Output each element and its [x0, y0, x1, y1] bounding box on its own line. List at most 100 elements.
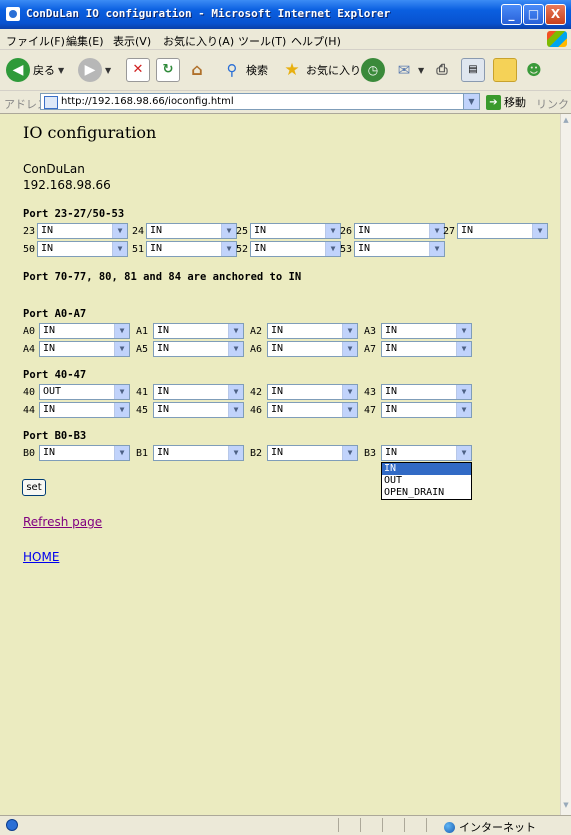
port-select[interactable]: IN ▼: [381, 323, 472, 339]
port-select[interactable]: IN ▼: [153, 384, 244, 400]
forward-dropdown-icon[interactable]: ▼: [105, 66, 111, 75]
port-select[interactable]: IN ▼: [153, 323, 244, 339]
mail-button[interactable]: ✉ ▼: [393, 56, 424, 84]
port-select[interactable]: IN ▼: [267, 323, 358, 339]
maximize-button[interactable]: □: [523, 4, 544, 25]
back-label: 戻る: [33, 64, 55, 77]
windows-logo-icon: [547, 31, 567, 47]
edit-icon: ▤: [461, 58, 485, 82]
port-select-value: IN: [385, 447, 398, 458]
links-button[interactable]: リンク: [536, 96, 569, 112]
folder-icon: [493, 58, 517, 82]
port-select[interactable]: OUT ▼: [39, 384, 130, 400]
print-icon: ⎙: [436, 62, 448, 78]
dropdown-option[interactable]: OUT: [382, 475, 471, 487]
port-select-value: IN: [254, 225, 267, 236]
chevron-down-icon: ▼: [342, 342, 357, 356]
port-select[interactable]: IN ▼: [153, 445, 244, 461]
dropdown-option[interactable]: IN: [382, 463, 471, 475]
port-label: 43: [364, 387, 377, 398]
search-icon: ⚲: [226, 61, 238, 79]
port-select[interactable]: IN ▼: [267, 384, 358, 400]
port-label: A0: [23, 326, 36, 337]
dropdown-option[interactable]: OPEN_DRAIN: [382, 487, 471, 499]
port-select-value: OUT: [43, 386, 62, 397]
stop-button[interactable]: ✕: [126, 56, 150, 84]
refresh-page-link[interactable]: Refresh page: [23, 515, 102, 529]
port-select[interactable]: IN ▼: [153, 341, 244, 357]
back-dropdown-icon[interactable]: ▼: [58, 66, 64, 75]
port-select[interactable]: IN ▼: [153, 402, 244, 418]
port-select-value: IN: [271, 325, 284, 336]
port-label: B0: [23, 448, 36, 459]
port-select[interactable]: IN ▼: [146, 241, 237, 257]
edit-button[interactable]: ▤: [461, 56, 485, 84]
port-select-value: IN: [271, 343, 284, 354]
port-select[interactable]: IN ▼: [39, 445, 130, 461]
port-select[interactable]: IN ▼: [39, 402, 130, 418]
favorites-button[interactable]: ★ お気に入り: [281, 56, 361, 84]
port-select[interactable]: IN ▼: [146, 223, 237, 239]
vertical-scrollbar[interactable]: ▲ ▼: [560, 114, 571, 815]
menu-tools[interactable]: ツール(T): [238, 33, 286, 49]
close-button[interactable]: X: [545, 4, 566, 25]
menu-file[interactable]: ファイル(F): [6, 33, 65, 49]
mail-dropdown-icon[interactable]: ▼: [418, 66, 424, 75]
refresh-button[interactable]: ↻: [156, 56, 180, 84]
chevron-down-icon: ▼: [221, 242, 236, 256]
port-select[interactable]: IN ▼: [37, 223, 128, 239]
port-select[interactable]: IN ▼: [381, 384, 472, 400]
home-link[interactable]: HOME: [23, 550, 59, 564]
port-select-value: IN: [461, 225, 474, 236]
window-titlebar[interactable]: ConDuLan IO configuration - Microsoft In…: [0, 0, 571, 29]
address-url[interactable]: http://192.168.98.66/ioconfig.html: [61, 96, 234, 107]
scroll-up-icon[interactable]: ▲: [561, 116, 571, 128]
chevron-down-icon: ▼: [429, 224, 444, 238]
scroll-down-icon[interactable]: ▼: [561, 801, 571, 813]
port-select[interactable]: IN ▼: [354, 241, 445, 257]
menu-view[interactable]: 表示(V): [113, 33, 151, 49]
address-input[interactable]: http://192.168.98.66/ioconfig.html ▼: [40, 93, 480, 110]
anchored-ports-note: Port 70-77, 80, 81 and 84 are anchored t…: [23, 271, 302, 283]
menu-favorites[interactable]: お気に入り(A): [163, 33, 234, 49]
port-select[interactable]: IN ▼: [267, 341, 358, 357]
port-select-value: IN: [271, 386, 284, 397]
port-select[interactable]: IN ▼: [267, 445, 358, 461]
minimize-button[interactable]: _: [501, 4, 522, 25]
port-select-value: IN: [157, 343, 170, 354]
back-button[interactable]: ◀ 戻る ▼: [6, 56, 64, 84]
chevron-down-icon: ▼: [114, 342, 129, 356]
chevron-down-icon: ▼: [228, 385, 243, 399]
home-button[interactable]: ⌂: [186, 56, 208, 84]
dropdown-list: IN OUT OPEN_DRAIN: [381, 462, 472, 500]
port-select[interactable]: IN ▼: [250, 241, 341, 257]
history-button[interactable]: ◷: [361, 56, 385, 84]
menu-help[interactable]: ヘルプ(H): [291, 33, 341, 49]
port-select[interactable]: IN ▼: [39, 341, 130, 357]
page-title: IO configuration: [23, 123, 157, 142]
port-select[interactable]: IN ▼: [354, 223, 445, 239]
port-select[interactable]: IN ▼: [39, 323, 130, 339]
port-group-heading: Port B0-B3: [23, 430, 87, 442]
chevron-down-icon: ▼: [228, 342, 243, 356]
menu-edit[interactable]: 編集(E): [66, 33, 104, 49]
port-select[interactable]: IN ▼: [37, 241, 128, 257]
port-select[interactable]: IN ▼: [381, 402, 472, 418]
search-button[interactable]: ⚲ 検索: [221, 56, 269, 84]
port-select[interactable]: IN ▼: [250, 223, 341, 239]
messenger-button[interactable]: ☻: [523, 56, 545, 84]
print-button[interactable]: ⎙: [431, 56, 453, 84]
folder-button[interactable]: [493, 56, 517, 84]
port-select[interactable]: IN ▼: [267, 402, 358, 418]
port-group-heading: Port A0-A7: [23, 308, 87, 320]
port-select-open[interactable]: IN ▼: [381, 445, 472, 461]
go-button[interactable]: ➔ 移動: [486, 94, 526, 110]
set-button[interactable]: set: [22, 479, 46, 496]
forward-button[interactable]: ▶ ▼: [78, 56, 111, 84]
port-select[interactable]: IN ▼: [457, 223, 548, 239]
port-select-value: IN: [157, 325, 170, 336]
history-icon: ◷: [361, 58, 385, 82]
chevron-down-icon: ▼: [112, 242, 127, 256]
address-dropdown-icon[interactable]: ▼: [463, 94, 479, 109]
port-select[interactable]: IN ▼: [381, 341, 472, 357]
